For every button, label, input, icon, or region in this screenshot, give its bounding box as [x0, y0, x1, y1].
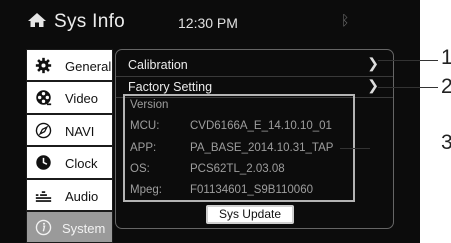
sidebar-item-system[interactable]: System	[26, 210, 113, 243]
sidebar-item-general[interactable]: General	[26, 49, 113, 82]
sidebar-item-label: NAVI	[65, 123, 95, 139]
sidebar-item-label: General	[65, 59, 112, 74]
callout-number: 2	[441, 75, 451, 98]
sidebar-item-label: System	[62, 220, 106, 236]
sidebar-item-label: Video	[65, 91, 99, 107]
settings-sidebar: General Video NAVI Clock Audio System	[26, 49, 113, 243]
home-icon[interactable]	[27, 12, 47, 28]
compass-icon	[35, 122, 52, 139]
version-value: F01134601_S9B110060	[190, 184, 313, 196]
clock-time: 12:30 PM	[178, 15, 238, 31]
version-value: PA_BASE_2014.10.31_TAP	[190, 142, 334, 154]
clock-icon	[36, 155, 51, 170]
divider	[116, 76, 393, 77]
sidebar-item-video[interactable]: Video	[26, 81, 113, 114]
bluetooth-icon: ᛒ	[341, 12, 350, 28]
film-reel-icon	[36, 90, 52, 106]
version-key: MCU:	[130, 120, 160, 132]
sidebar-item-clock[interactable]: Clock	[26, 146, 113, 179]
sidebar-item-audio[interactable]: Audio	[26, 178, 113, 211]
chevron-right-icon[interactable]: ❯	[367, 55, 379, 72]
version-row: APP: PA_BASE_2014.10.31_TAP	[130, 142, 333, 154]
sidebar-item-navi[interactable]: NAVI	[26, 113, 113, 147]
version-value: CVD6166A_E_14.10.10_01	[190, 120, 332, 132]
version-row: Mpeg: F01134601_S9B110060	[130, 184, 313, 196]
version-info-box: Version MCU: CVD6166A_E_14.10.10_01 APP: P…	[123, 94, 355, 202]
callout-line	[340, 148, 370, 149]
callout-line	[378, 60, 438, 61]
sidebar-item-label: Audio	[65, 188, 99, 204]
chevron-right-icon[interactable]: ❯	[367, 77, 379, 94]
version-value: PCS62TL_2.03.08	[190, 163, 285, 175]
calibration-item[interactable]: Calibration	[128, 58, 188, 72]
version-key: Mpeg:	[130, 184, 162, 196]
callout-number: 1	[441, 46, 451, 69]
equalizer-icon	[35, 190, 52, 202]
version-heading: Version	[130, 99, 169, 111]
gear-icon	[35, 57, 52, 74]
version-row: MCU: CVD6166A_E_14.10.10_01	[130, 120, 332, 132]
version-row: OS: PCS62TL_2.03.08	[130, 163, 285, 175]
head-unit-screen: Sys Info 12:30 PM ᛒ General Video NAVI C…	[0, 0, 420, 243]
callout-line	[378, 87, 438, 88]
sys-update-button[interactable]: Sys Update	[206, 205, 294, 224]
info-icon	[35, 219, 52, 236]
version-key: APP:	[130, 142, 157, 154]
sidebar-item-label: Clock	[65, 156, 98, 172]
version-key: OS:	[130, 163, 150, 175]
callout-number: 3	[441, 131, 451, 154]
page-title: Sys Info	[54, 11, 126, 32]
factory-setting-item[interactable]: Factory Setting	[128, 80, 212, 94]
